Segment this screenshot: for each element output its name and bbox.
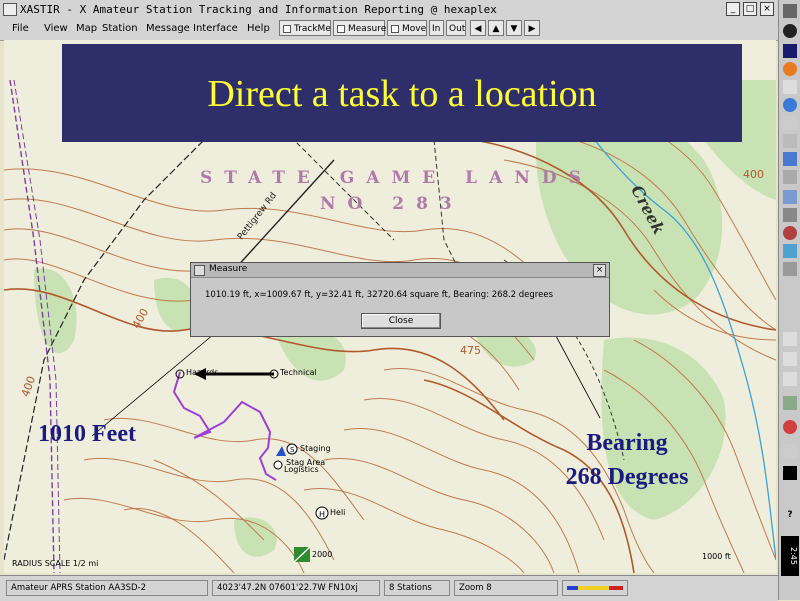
arrow-left-icon: ◀ xyxy=(474,24,482,34)
menu-message[interactable]: Message xyxy=(146,23,190,34)
bearing-callout: Bearing 268 Degrees xyxy=(544,426,710,494)
record-icon[interactable] xyxy=(783,226,797,240)
maximize-button[interactable]: □ xyxy=(743,2,757,16)
camera-icon[interactable] xyxy=(783,208,797,222)
window-menu-icon[interactable] xyxy=(3,3,17,16)
trackme-label: TrackMe xyxy=(294,24,331,34)
tools-icon[interactable] xyxy=(783,170,797,184)
measure-dialog-title-bar[interactable]: Measure × xyxy=(191,263,609,278)
area-2000-label[interactable]: 2000 xyxy=(312,550,332,559)
move-checkbox[interactable] xyxy=(391,24,399,33)
slide-title: Direct a task to a location xyxy=(207,73,597,115)
status-bar: Amateur APRS Station AA3SD-2 4023'47.2N … xyxy=(0,575,778,601)
document-icon[interactable] xyxy=(783,80,797,94)
measure-toggle[interactable]: Measure xyxy=(333,20,387,36)
panel-clock: 2:45 xyxy=(781,536,799,576)
settings-icon[interactable] xyxy=(783,262,797,276)
close-button[interactable]: Close xyxy=(361,313,441,329)
station-hazards[interactable]: Hazards xyxy=(186,368,218,377)
map-scale-label: 1000 ft xyxy=(702,552,731,561)
volume-icon[interactable] xyxy=(783,444,797,458)
pan-left-button[interactable]: ◀ xyxy=(470,20,486,36)
menu-view[interactable]: View xyxy=(44,23,68,34)
arrow-down-icon: ▼ xyxy=(510,24,518,34)
firefox-icon[interactable] xyxy=(783,62,797,76)
desktop-side-panel: ? 2:45 xyxy=(778,0,800,600)
pager-icon[interactable] xyxy=(783,44,797,58)
window-list-icon[interactable] xyxy=(783,332,797,346)
menu-station[interactable]: Station xyxy=(102,23,138,34)
arrow-up-icon: ▲ xyxy=(492,24,500,34)
zoom-in-button[interactable]: In xyxy=(429,20,444,36)
radius-scale-label: RADIUS SCALE 1/2 mi xyxy=(12,559,99,568)
pan-down-button[interactable]: ▼ xyxy=(506,20,522,36)
terminal-icon[interactable] xyxy=(783,134,797,148)
chat-icon[interactable] xyxy=(783,244,797,258)
status-stations-count: 8 Stations xyxy=(384,580,450,596)
measure-result-text: 1010.19 ft, x=1009.67 ft, y=32.41 ft, 32… xyxy=(205,290,554,300)
measure-dialog-title: Measure xyxy=(209,264,248,274)
dialog-close-icon[interactable]: × xyxy=(593,264,606,277)
display-icon[interactable] xyxy=(783,466,797,480)
measure-dialog: Measure × 1010.19 ft, x=1009.67 ft, y=32… xyxy=(190,262,610,337)
elevation-label-475: 475 xyxy=(460,344,481,357)
elevation-label-400-east: 400 xyxy=(743,168,764,181)
globe-icon[interactable] xyxy=(783,98,797,112)
svg-text:H: H xyxy=(319,510,325,519)
station-logistics[interactable]: Logistics xyxy=(284,465,319,474)
network-icon[interactable] xyxy=(783,152,797,166)
pan-up-button[interactable]: ▲ xyxy=(488,20,504,36)
status-progress-bar xyxy=(562,580,628,596)
window-controls: _ □ × xyxy=(726,2,774,16)
state-game-lands-label: STATE GAME LANDS xyxy=(200,168,593,188)
pan-right-button[interactable]: ▶ xyxy=(524,20,540,36)
distance-callout: 1010 Feet xyxy=(38,421,136,447)
window-list-icon-3[interactable] xyxy=(783,372,797,386)
status-zoom: Zoom 8 xyxy=(454,580,558,596)
trackme-toggle[interactable]: TrackMe xyxy=(279,20,331,36)
game-lands-number-label: NO 283 xyxy=(320,194,464,214)
alert-icon[interactable] xyxy=(783,420,797,434)
move-toggle[interactable]: Move xyxy=(387,20,427,36)
station-technical[interactable]: Technical xyxy=(280,368,317,377)
svg-text:S: S xyxy=(290,446,295,454)
bearing-callout-line2: 268 Degrees xyxy=(565,464,689,490)
mail-icon[interactable] xyxy=(783,396,797,410)
bearing-callout-line1: Bearing xyxy=(586,430,668,456)
editor-icon[interactable] xyxy=(783,116,797,130)
measure-checkbox[interactable] xyxy=(337,24,345,33)
close-window-button[interactable]: × xyxy=(760,2,774,16)
linux-penguin-icon[interactable] xyxy=(783,24,797,38)
window-title-bar[interactable]: XASTIR - X Amateur Station Tracking and … xyxy=(0,0,778,19)
window-title: XASTIR - X Amateur Station Tracking and … xyxy=(20,3,497,16)
status-position: 4023'47.2N 07601'22.7W FN10xj xyxy=(212,580,380,596)
menu-bar: File View Map Station Message Interface … xyxy=(0,18,778,41)
menu-file[interactable]: File xyxy=(12,23,29,34)
measure-label: Measure xyxy=(348,24,387,34)
slide-banner: Direct a task to a location xyxy=(62,44,742,142)
window-list-icon-2[interactable] xyxy=(783,352,797,366)
zoom-out-button[interactable]: Out xyxy=(446,20,466,36)
move-label: Move xyxy=(402,24,427,34)
menu-help[interactable]: Help xyxy=(247,23,270,34)
menu-map[interactable]: Map xyxy=(76,23,97,34)
arrow-right-icon: ▶ xyxy=(528,24,536,34)
dialog-menu-icon[interactable] xyxy=(194,265,205,276)
minimize-button[interactable]: _ xyxy=(726,2,740,16)
printer-icon[interactable] xyxy=(783,190,797,204)
trackme-checkbox[interactable] xyxy=(283,24,291,33)
menu-interface[interactable]: Interface xyxy=(193,23,238,34)
help-icon[interactable]: ? xyxy=(783,508,797,522)
station-staging[interactable]: Staging xyxy=(300,444,331,453)
status-station: Amateur APRS Station AA3SD-2 xyxy=(6,580,208,596)
station-heli[interactable]: Heli xyxy=(330,508,345,517)
panel-close-icon[interactable] xyxy=(783,4,797,18)
